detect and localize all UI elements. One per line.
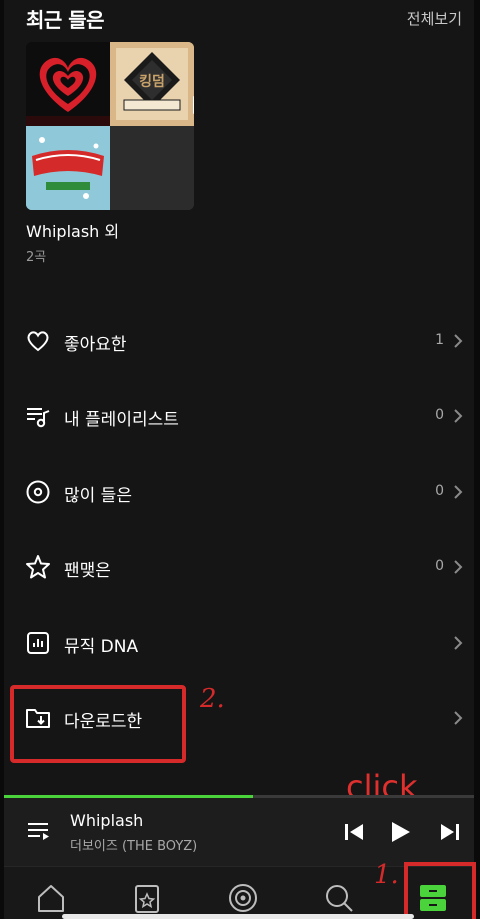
chevron-right-icon [454, 409, 463, 423]
menu-label: 내 플레이리스트 [64, 410, 179, 430]
annotation-box-downloaded [10, 685, 186, 763]
star-icon [26, 555, 50, 579]
chevron-right-icon [454, 560, 463, 574]
menu-count: 0 [435, 558, 444, 574]
menu-item-music-dna[interactable]: 뮤직 DNA [24, 623, 464, 663]
svg-text:킹덤: 킹덤 [139, 73, 165, 89]
menu-item-liked[interactable]: 좋아요한 1 [24, 321, 464, 361]
menu-label: 많이 들은 [64, 486, 132, 506]
playlist-icon [27, 408, 50, 428]
recent-album-count: 2곡 [26, 250, 47, 265]
previous-icon[interactable] [340, 818, 368, 846]
menu-item-most-played[interactable]: 많이 들은 0 [24, 472, 464, 512]
menu-label: 좋아요한 [64, 335, 127, 355]
chevron-right-icon [454, 334, 463, 348]
menu-item-my-playlist[interactable]: 내 플레이리스트 0 [24, 396, 464, 436]
annotation-box-library [404, 862, 476, 919]
search-icon[interactable] [322, 881, 356, 915]
mini-player[interactable]: Whiplash 더보이즈 (THE BOYZ) [4, 798, 474, 866]
menu-label: 뮤직 DNA [64, 637, 139, 657]
queue-icon[interactable] [26, 818, 52, 844]
chevron-right-icon [454, 636, 463, 650]
next-icon[interactable] [436, 818, 464, 846]
now-playing-artist: 더보이즈 (THE BOYZ) [70, 839, 198, 854]
annotation-step-2: 2. [200, 684, 225, 714]
system-home-indicator[interactable] [62, 914, 414, 919]
disc-icon [26, 480, 50, 504]
menu-item-fan[interactable]: 팬맺은 0 [24, 547, 464, 587]
play-icon[interactable] [386, 818, 414, 846]
chevron-right-icon [454, 485, 463, 499]
album-cover-who-is-the-king: 킹덤 [110, 42, 194, 126]
recent-album-collage[interactable]: 킹덤 [26, 42, 194, 210]
menu-label: 팬맺은 [64, 561, 111, 581]
menu-count: 0 [435, 407, 444, 423]
recent-album-title[interactable]: Whiplash 외 [26, 218, 119, 242]
chart-icon [27, 632, 49, 654]
section-title: 최근 들은 [26, 8, 105, 32]
home-icon[interactable] [34, 881, 68, 915]
chevron-right-icon [454, 711, 463, 725]
heart-icon [27, 331, 49, 352]
now-playing-title: Whiplash [70, 811, 144, 830]
menu-count: 1 [435, 332, 444, 348]
playlist-card-icon[interactable] [130, 881, 164, 915]
see-all-link[interactable]: 전체보기 [407, 8, 462, 29]
album-cover-empty [110, 126, 194, 210]
annotation-step-1: 1. [374, 860, 399, 890]
recent-header: 최근 들은 전체보기 [26, 4, 462, 34]
podcast-icon[interactable] [226, 881, 260, 915]
play-icon[interactable] [186, 92, 194, 118]
menu-count: 0 [435, 483, 444, 499]
album-cover-christmassy [26, 126, 110, 210]
album-cover-heart [26, 42, 110, 126]
